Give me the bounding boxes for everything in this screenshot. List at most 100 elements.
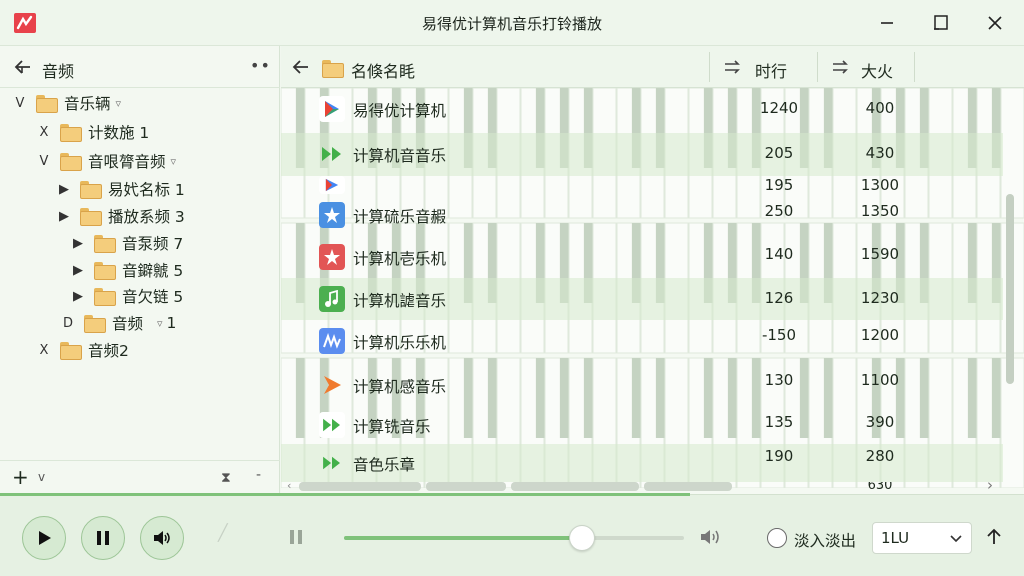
- back-arrow-icon[interactable]: [12, 57, 34, 77]
- tree-item-label: 音鐴虩 5: [122, 262, 184, 280]
- tree-item-label: 音频: [112, 315, 144, 333]
- scrollbar-thumb[interactable]: [1006, 194, 1014, 384]
- star-app-icon: [319, 244, 345, 270]
- column-divider[interactable]: [817, 52, 818, 82]
- file-time: -150: [761, 326, 797, 344]
- more-options-icon[interactable]: ••: [250, 56, 271, 75]
- file-size: 430: [865, 144, 895, 162]
- arrow-up-icon[interactable]: [984, 527, 1004, 547]
- expand-arrow-icon[interactable]: ▶: [70, 263, 86, 278]
- interval-select[interactable]: 1LU: [872, 522, 972, 554]
- file-size: 1350: [860, 202, 900, 220]
- column-header-time[interactable]: 时行: [755, 58, 787, 82]
- tree-item[interactable]: D 音频 ▿ 1: [60, 310, 176, 336]
- back-arrow-icon[interactable]: [291, 58, 311, 76]
- tree-item[interactable]: X 音频2: [36, 337, 129, 363]
- table-row[interactable]: 易得优计算机 1240 400: [281, 88, 1003, 130]
- tree-item-label: 音哏膂音频: [88, 153, 166, 171]
- double-play-icon: [319, 450, 345, 476]
- music-note-icon: [319, 286, 345, 312]
- app-window: 易得优计算机音乐打铃播放 音频 •• V 音乐辆 ▿ X 计数施 1 V 音哏膂…: [0, 0, 1024, 576]
- chevron-down-icon[interactable]: v: [38, 470, 45, 484]
- chevron-down-icon[interactable]: ▿: [157, 317, 163, 330]
- scroll-left-icon[interactable]: ‹: [287, 479, 291, 492]
- maximize-button[interactable]: [926, 10, 956, 36]
- tree-item[interactable]: ▶ 音鐴虩 5: [70, 257, 183, 283]
- expand-arrow-icon[interactable]: ▶: [56, 209, 72, 224]
- sort-icon[interactable]: [831, 58, 851, 76]
- tree-item[interactable]: ▶ 音泵频 7: [70, 230, 183, 256]
- close-button[interactable]: [980, 10, 1010, 36]
- table-row[interactable]: 计算铣音乐 135 390: [281, 406, 1003, 444]
- file-size: 1230: [860, 289, 900, 307]
- file-time: 140: [764, 245, 794, 263]
- minimize-button[interactable]: [872, 10, 902, 36]
- table-row[interactable]: 计算硫乐音赮 250 1350: [281, 196, 1003, 236]
- expand-toggle-icon[interactable]: V: [36, 154, 52, 169]
- table-row[interactable]: 计算机乐乐机 -150 1200: [281, 320, 1003, 362]
- horizontal-scrollbar[interactable]: ‹ ›: [281, 476, 1003, 494]
- file-name: 计算铣音乐: [353, 418, 431, 436]
- folder-icon: [80, 181, 102, 199]
- hourglass-icon[interactable]: ⧗: [221, 470, 231, 486]
- volume-button[interactable]: [140, 516, 184, 560]
- tree-item-count: 1: [166, 314, 177, 332]
- tree-item[interactable]: V 音乐辆 ▿: [12, 90, 121, 116]
- column-header-size[interactable]: 大火: [861, 58, 893, 82]
- track-progress-line: [0, 493, 690, 496]
- chevron-down-icon[interactable]: ▿: [116, 97, 122, 110]
- scrollbar-segment[interactable]: [299, 482, 421, 491]
- collapse-toggle-icon[interactable]: X: [36, 125, 52, 140]
- scrollbar-segment[interactable]: [644, 482, 732, 491]
- play-icon: [39, 531, 51, 545]
- file-name: 计算机壱乐机: [353, 250, 447, 268]
- add-icon[interactable]: +: [12, 465, 29, 489]
- column-divider[interactable]: [709, 52, 710, 82]
- tree-item[interactable]: ▶ 播放系频 3: [56, 203, 185, 229]
- table-row[interactable]: 计算机壱乐机 140 1590: [281, 236, 1003, 278]
- expand-toggle-icon[interactable]: D: [60, 316, 76, 331]
- column-divider[interactable]: [914, 52, 915, 82]
- tree-item[interactable]: ▶ 音欠链 5: [70, 283, 183, 309]
- collapse-toggle-icon[interactable]: X: [36, 343, 52, 358]
- sort-icon[interactable]: [723, 58, 743, 76]
- tree-item[interactable]: V 音哏膂音频 ▿: [36, 148, 176, 174]
- expand-arrow-icon[interactable]: ▶: [56, 182, 72, 197]
- chevron-down-icon[interactable]: ▿: [171, 155, 177, 168]
- slider-knob[interactable]: [569, 525, 595, 551]
- tree-item-label: 计数施 1: [88, 124, 150, 142]
- pause-button[interactable]: [81, 516, 125, 560]
- file-name: 计算机感音乐: [353, 378, 447, 396]
- fade-radio[interactable]: [767, 528, 787, 548]
- expand-arrow-icon[interactable]: ▶: [70, 289, 86, 304]
- scrollbar-segment[interactable]: [511, 482, 639, 491]
- file-size: 400: [865, 99, 895, 117]
- scrollbar-segment[interactable]: [426, 482, 506, 491]
- table-row[interactable]: 计算机感音乐 130 1100: [281, 362, 1003, 406]
- tree-item[interactable]: ▶ 易㚤名标 1: [56, 176, 185, 202]
- slider-fill: [344, 536, 582, 540]
- folder-icon: [36, 95, 58, 113]
- vertical-scrollbar[interactable]: [1006, 94, 1014, 480]
- table-row[interactable]: 计算机音音乐 205 430: [281, 133, 1003, 176]
- close-icon: [988, 16, 1002, 30]
- column-header-name[interactable]: 名倏名眊: [351, 58, 415, 82]
- volume-icon[interactable]: [699, 526, 725, 548]
- play-button[interactable]: [22, 516, 66, 560]
- table-row[interactable]: 计算机謔音乐 126 1230: [281, 278, 1003, 320]
- folder-icon: [322, 60, 344, 78]
- table-row[interactable]: 195 1300: [281, 176, 1003, 196]
- file-time: 126: [764, 289, 794, 307]
- file-size: 1300: [860, 176, 900, 194]
- playback-slider[interactable]: [344, 525, 684, 551]
- scroll-right-icon[interactable]: ›: [987, 476, 993, 494]
- expand-toggle-icon[interactable]: V: [12, 96, 28, 111]
- folder-icon: [80, 208, 102, 226]
- pause-small-icon[interactable]: [288, 528, 304, 546]
- sidebar-footer: + v ⧗ -: [0, 460, 280, 494]
- minus-icon[interactable]: -: [256, 467, 261, 483]
- expand-arrow-icon[interactable]: ▶: [70, 236, 86, 251]
- tree-item[interactable]: X 计数施 1: [36, 119, 149, 145]
- table-row[interactable]: 音色乐章 190 280: [281, 444, 1003, 482]
- file-size: 280: [865, 447, 895, 465]
